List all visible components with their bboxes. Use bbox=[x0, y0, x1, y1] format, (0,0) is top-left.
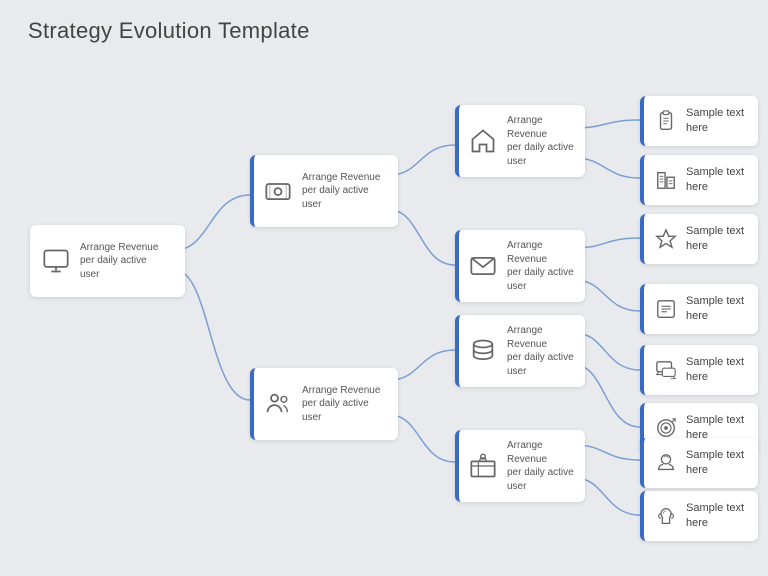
level3-1-text: Arrange Revenue per daily active user bbox=[507, 239, 577, 293]
building-icon bbox=[652, 166, 680, 194]
level3-0-card: Arrange Revenue per daily active user bbox=[455, 105, 585, 177]
level3-3-text: Arrange Revenue per daily active user bbox=[507, 439, 577, 493]
level2-bottom-text: Arrange Revenue per daily active user bbox=[302, 384, 380, 425]
level3-2-text: Arrange Revenue per daily active user bbox=[507, 324, 577, 378]
leaf-3-card: Sample text here bbox=[640, 284, 758, 334]
level3-1-card: Arrange Revenue per daily active user bbox=[455, 230, 585, 302]
leaf-7-card: Sample text here bbox=[640, 491, 758, 541]
level1-card: Arrange Revenue per daily active user bbox=[30, 225, 185, 297]
leaf-6-text: Sample text here bbox=[686, 448, 750, 478]
page-title: Strategy Evolution Template bbox=[28, 18, 310, 44]
cash-icon bbox=[260, 173, 296, 209]
leaf-2-text: Sample text here bbox=[686, 224, 750, 254]
level3-2-card: Arrange Revenue per daily active user bbox=[455, 315, 585, 387]
clipboard-icon bbox=[652, 107, 680, 135]
level3-0-text: Arrange Revenue per daily active user bbox=[507, 114, 577, 168]
leaf-1-text: Sample text here bbox=[686, 165, 750, 195]
brain-icon bbox=[652, 502, 680, 530]
level2-bottom-card: Arrange Revenue per daily active user bbox=[250, 368, 398, 440]
chat-icon bbox=[652, 356, 680, 384]
leaf-7-text: Sample text here bbox=[686, 501, 750, 531]
leaf-4-card: Sample text here bbox=[640, 345, 758, 395]
checklist-icon bbox=[652, 295, 680, 323]
leaf-1-card: Sample text here bbox=[640, 155, 758, 205]
leaf-2-card: Sample text here bbox=[640, 214, 758, 264]
level2-top-card: Arrange Revenue per daily active user bbox=[250, 155, 398, 227]
leaf-6-card: Sample text here bbox=[640, 438, 758, 488]
people-table-icon bbox=[465, 448, 501, 484]
leaf-0-text: Sample text here bbox=[686, 106, 750, 136]
star-icon bbox=[652, 225, 680, 253]
brain-head-icon bbox=[652, 449, 680, 477]
people-icon bbox=[260, 386, 296, 422]
leaf-3-text: Sample text here bbox=[686, 294, 750, 324]
monitor-icon bbox=[38, 243, 74, 279]
level3-3-card: Arrange Revenue per daily active user bbox=[455, 430, 585, 502]
leaf-0-card: Sample text here bbox=[640, 96, 758, 146]
house-icon bbox=[465, 123, 501, 159]
database-icon bbox=[465, 333, 501, 369]
leaf-4-text: Sample text here bbox=[686, 355, 750, 385]
envelope-icon bbox=[465, 248, 501, 284]
level1-card-text: Arrange Revenue per daily active user bbox=[80, 241, 158, 282]
level2-top-text: Arrange Revenue per daily active user bbox=[302, 171, 380, 212]
